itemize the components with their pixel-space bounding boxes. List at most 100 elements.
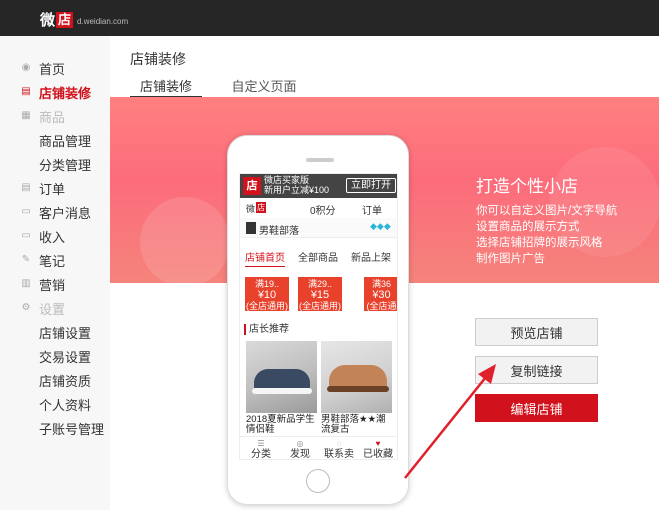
logo-text: 微 xyxy=(40,12,56,29)
sidebar-item-label: 首页 xyxy=(39,61,66,77)
bottom-nav-label: 联系卖家 xyxy=(324,449,354,460)
sidebar-item-messages[interactable]: ▭ 客户消息 xyxy=(0,200,110,224)
sidebar-item-store-decoration[interactable]: ▤ 店铺装修 xyxy=(0,80,110,104)
eye-icon: ◉ xyxy=(21,62,31,73)
coupon-card[interactable]: 满29.. ¥15 (全店通用) xyxy=(298,277,342,311)
coupon-card[interactable]: 满19.. ¥10 (全店通用) xyxy=(245,277,289,311)
page-title: 店铺装修 xyxy=(130,51,186,67)
promo-line: 制作图片广告 xyxy=(476,253,545,265)
sidebar-item-label: 设置 xyxy=(39,301,66,317)
order-icon: ▤ xyxy=(21,182,31,193)
sidebar-item-income[interactable]: ▭ 收入 xyxy=(0,224,110,248)
points-link[interactable]: 0积分 xyxy=(310,202,336,217)
shop-tabs: 店铺首页 全部商品 新品上架 xyxy=(240,246,397,267)
message-icon: ▭ xyxy=(21,206,31,217)
sidebar-item-label: 子账号管理 xyxy=(39,421,105,437)
app-download-bar: 店 微店买家版 新用户立减¥100 立即打开 xyxy=(240,174,397,198)
product-name: 2018夏新品学生情侣鞋 xyxy=(246,414,315,435)
sidebar-item-label: 订单 xyxy=(39,181,66,197)
sidebar-item-label: 交易设置 xyxy=(39,349,92,365)
sidebar-item-label: 商品管理 xyxy=(39,133,92,149)
sidebar-item-trade-settings[interactable]: 交易设置 xyxy=(0,344,110,368)
edit-store-button[interactable]: 编辑店铺 xyxy=(475,394,598,422)
sidebar-item-label: 分类管理 xyxy=(39,157,92,173)
compass-icon: ◎ xyxy=(296,439,304,448)
shop-header: 微 店 0积分 订单 xyxy=(240,200,397,218)
open-app-button[interactable]: 立即打开 xyxy=(346,178,396,193)
shop-tab-all-goods[interactable]: 全部商品 xyxy=(298,249,338,264)
logo-badge: 店 xyxy=(56,11,74,28)
sidebar-item-marketing[interactable]: ▥ 营销 xyxy=(0,272,110,296)
sidebar: ◉ 首页 ▤ 店铺装修 ▦ 商品 商品管理 分类管理 ▤ 订单 ▭ 客户消息 ▭… xyxy=(0,36,110,510)
sidebar-item-label: 商品 xyxy=(39,109,66,125)
sidebar-item-store-qualification[interactable]: 店铺资质 xyxy=(0,368,110,392)
phone-home-button xyxy=(306,469,330,493)
sidebar-item-store-settings[interactable]: 店铺设置 xyxy=(0,320,110,344)
sidebar-item-home[interactable]: ◉ 首页 xyxy=(0,56,110,80)
sidebar-group-goods: ▦ 商品 xyxy=(0,104,110,128)
logo-domain: d.weidian.com xyxy=(77,17,129,26)
shop-tab-home[interactable]: 店铺首页 xyxy=(245,249,285,267)
chat-icon: ◌ xyxy=(336,439,342,448)
promo-title: 打造个性小店 xyxy=(476,177,578,196)
sidebar-item-label: 个人资料 xyxy=(39,397,92,413)
tab-custom-page[interactable]: 自定义页面 xyxy=(224,76,304,98)
preview-store-button[interactable]: 预览店铺 xyxy=(475,318,598,346)
bottom-nav-category[interactable]: ☰ 分类 xyxy=(242,438,280,459)
banner-decoration xyxy=(140,197,230,283)
bottom-nav-discover[interactable]: ◎ 发现 xyxy=(281,438,319,460)
goods-icon: ▦ xyxy=(21,110,31,121)
marketing-icon: ▥ xyxy=(21,278,31,289)
shop-avatar xyxy=(246,222,256,234)
heart-icon: ♥ xyxy=(375,439,381,448)
sidebar-item-sub-accounts[interactable]: 子账号管理 xyxy=(0,416,110,440)
weidian-logo[interactable]: 微 店 d.weidian.com xyxy=(40,9,128,30)
sidebar-item-label: 笔记 xyxy=(39,253,66,269)
bottom-nav-contact-seller[interactable]: ◌ 联系卖家 xyxy=(320,438,358,460)
tab-store-decoration[interactable]: 店铺装修 xyxy=(130,76,202,98)
store-icon: ▤ xyxy=(21,86,31,97)
promo-line: 设置商品的展示方式 xyxy=(476,221,580,233)
coupon-value: ¥30 xyxy=(372,289,391,301)
phone-speaker xyxy=(306,158,334,162)
orders-link[interactable]: 订单 xyxy=(362,202,382,217)
shop-bottom-nav: ☰ 分类 ◎ 发现 ◌ 联系卖家 ♥ 已收藏 xyxy=(240,436,397,460)
sidebar-item-profile[interactable]: 个人资料 xyxy=(0,392,110,416)
product-name: 男鞋部落★★潮流复古 xyxy=(321,414,386,435)
grid-icon: ☰ xyxy=(257,439,265,448)
app-icon: 店 xyxy=(243,177,261,195)
shop-tab-new-arrivals[interactable]: 新品上架 xyxy=(351,249,391,264)
bottom-nav-label: 发现 xyxy=(290,449,310,460)
gear-icon: ⚙ xyxy=(21,302,31,313)
sidebar-item-label: 店铺资质 xyxy=(39,373,92,389)
copy-link-button[interactable]: 复制链接 xyxy=(475,356,598,384)
shop-info-row: 男鞋部落 ◆◆◆ xyxy=(240,218,397,238)
coupon-card[interactable]: 满36 ¥30 (全店通用) xyxy=(364,277,397,321)
product-image[interactable] xyxy=(246,341,317,413)
coupon-condition: 满19.. xyxy=(254,279,279,289)
shop-logo-badge: 店 xyxy=(256,202,266,213)
bottom-nav-favorited[interactable]: ♥ 已收藏 xyxy=(359,438,397,459)
shop-name: 男鞋部落 xyxy=(259,226,299,237)
sidebar-item-label: 店铺设置 xyxy=(39,325,92,341)
promo-line: 你可以自定义图片/文字导航 xyxy=(476,205,618,217)
sidebar-item-label: 收入 xyxy=(39,229,66,245)
sidebar-item-label: 营销 xyxy=(39,277,66,293)
section-title: 店长推荐 xyxy=(244,324,289,335)
sidebar-item-orders[interactable]: ▤ 订单 xyxy=(0,176,110,200)
sidebar-item-notes[interactable]: ✎ 笔记 xyxy=(0,248,110,272)
folder-icon: ▭ xyxy=(21,230,31,241)
diamond-icon: ◆◆◆ xyxy=(370,221,391,231)
sidebar-item-goods-management[interactable]: 商品管理 xyxy=(0,128,110,152)
sidebar-item-category-management[interactable]: 分类管理 xyxy=(0,152,110,176)
note-icon: ✎ xyxy=(21,254,31,265)
coupon-condition: 满29.. xyxy=(307,279,332,289)
shoe-sole xyxy=(327,386,389,392)
shop-logo-text: 微 xyxy=(246,204,256,214)
sidebar-item-label: 客户消息 xyxy=(39,205,92,221)
product-image[interactable] xyxy=(321,341,392,413)
shoe-sole xyxy=(252,388,312,394)
sidebar-group-settings: ⚙ 设置 xyxy=(0,296,110,320)
app-bar-line: 新用户立减¥100 xyxy=(264,185,330,195)
coupon-scope: (全店通用) xyxy=(246,301,288,311)
